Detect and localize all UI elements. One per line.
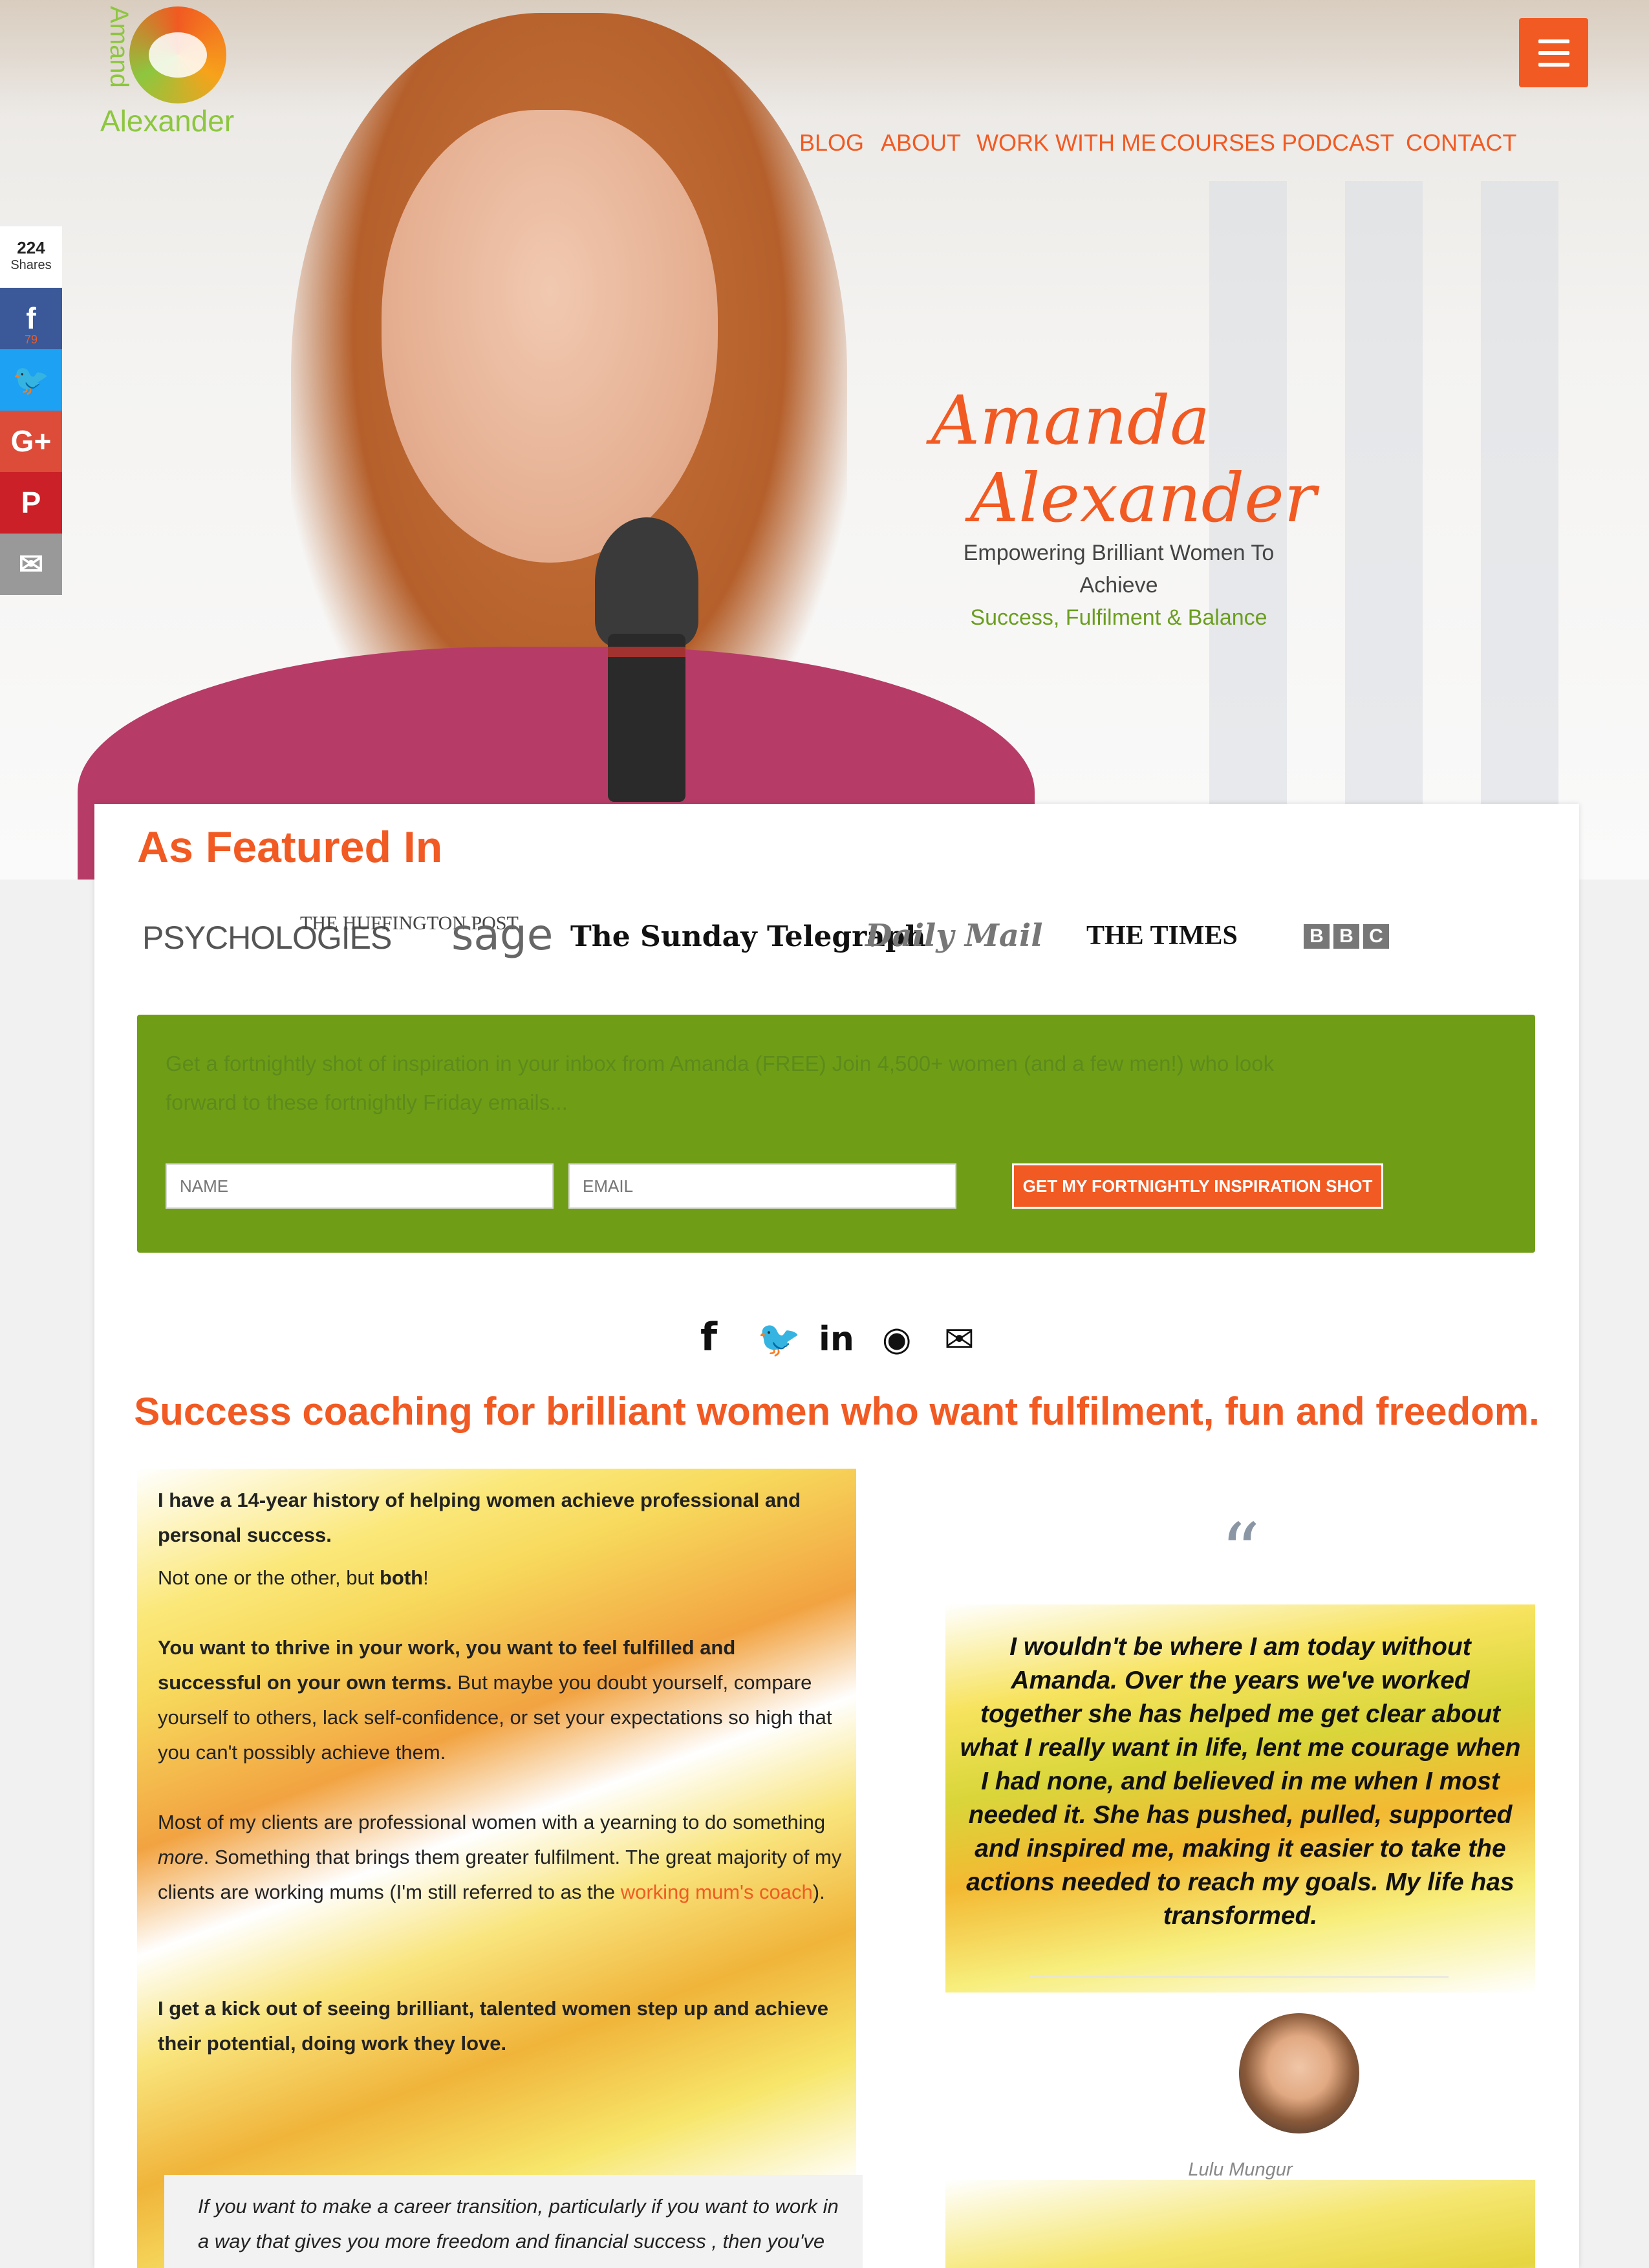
page-tagline: Success coaching for brilliant women who… [134,1390,1540,1433]
main-content-card: As Featured In PSYCHOLOGIES THE HUFFINGT… [94,804,1579,2268]
hero-window [1481,181,1558,828]
portrait-face [382,110,718,563]
name-field[interactable] [166,1163,554,1209]
share-facebook-button[interactable]: f 79 [0,288,62,349]
nav-about[interactable]: ABOUT [881,129,961,157]
featured-heading: As Featured In [137,823,443,872]
quote-mark-icon: “ [1220,1507,1260,1597]
intro-paragraph: Not one or the other, but both! [158,1566,429,1589]
testimonial-column: “ I wouldn't be where I am today without… [945,1469,1535,2268]
nav-contact[interactable]: CONTACT [1406,129,1516,157]
share-twitter-button[interactable]: 🐦 [0,349,62,411]
intro-paragraph: I get a kick out of seeing brilliant, ta… [158,1997,829,2055]
logo-daily-mail: Daily Mail [865,918,1043,954]
google-plus-icon: G+ [10,424,52,458]
logo-sage: sage [451,910,554,960]
nav-podcast[interactable]: PODCAST [1282,129,1394,157]
facebook-icon[interactable]: f [700,1315,717,1360]
share-pinterest-button[interactable]: P [0,472,62,534]
logo-first-name: Amand [104,6,133,88]
hero-subtitle: Empowering Brilliant Women To Achieve Su… [963,541,1275,630]
intro-paragraph: You want to thrive in your work, you wan… [158,1636,832,1764]
linkedin-icon[interactable]: in [819,1320,854,1359]
site-logo[interactable]: Amand Alexander [97,6,259,138]
email-icon: ✉ [18,547,44,581]
rss-icon[interactable]: ◉ [882,1320,911,1359]
share-bar: 224 Shares f 79 🐦 G+ P ✉ [0,226,62,595]
working-mums-coach-link[interactable]: working mum's coach [621,1881,813,1903]
hamburger-icon [1538,39,1569,43]
pinterest-icon: P [21,486,41,519]
email-field[interactable] [568,1163,956,1209]
callout-text: If you want to make a career transition,… [198,2195,839,2268]
nav-courses[interactable]: COURSES [1160,129,1275,157]
hamburger-menu-button[interactable] [1519,18,1588,87]
nav-blog[interactable]: BLOG [799,129,864,157]
nav-work-with-me[interactable]: WORK WITH ME [976,129,1156,157]
newsletter-optin: Get a fortnightly shot of inspiration in… [137,1015,1535,1253]
decorative-wave [945,2180,1535,2268]
divider [1029,1976,1449,1978]
optin-text: Get a fortnightly shot of inspiration in… [166,1052,1275,1114]
subscribe-button[interactable]: GET MY FORTNIGHTLY INSPIRATION SHOT [1012,1163,1383,1209]
twitter-icon: 🐦 [12,363,50,396]
twitter-icon[interactable]: 🐦 [757,1319,801,1360]
hero-name: Amanda Alexander [931,381,1317,537]
share-google-plus-button[interactable]: G+ [0,411,62,472]
callout-box: If you want to make a career transition,… [164,2175,863,2268]
intro-paragraph: Most of my clients are professional wome… [158,1811,842,1903]
testimonial-author: Lulu Mungur [1188,2159,1293,2180]
share-email-button[interactable]: ✉ [0,534,62,595]
logo-bbc: BBC [1304,924,1393,949]
intro-column: I have a 14-year history of helping wome… [137,1469,863,2268]
email-icon[interactable]: ✉ [944,1319,975,1361]
logo-swirl-icon [129,6,226,103]
logo-last-name: Alexander [100,104,235,138]
testimonial-quote: I wouldn't be where I am today without A… [960,1633,1521,1930]
intro-paragraph: I have a 14-year history of helping wome… [158,1489,801,1546]
hero-banner: Amand Alexander BLOG ABOUT WORK WITH ME … [0,0,1649,880]
avatar [1239,2013,1359,2133]
hero-window [1345,181,1423,828]
share-count: 224 Shares [0,226,62,288]
logo-huffington-post: THE HUFFINGTON POST [300,913,519,934]
logo-the-times: THE TIMES [1086,921,1238,951]
microphone [582,517,711,802]
